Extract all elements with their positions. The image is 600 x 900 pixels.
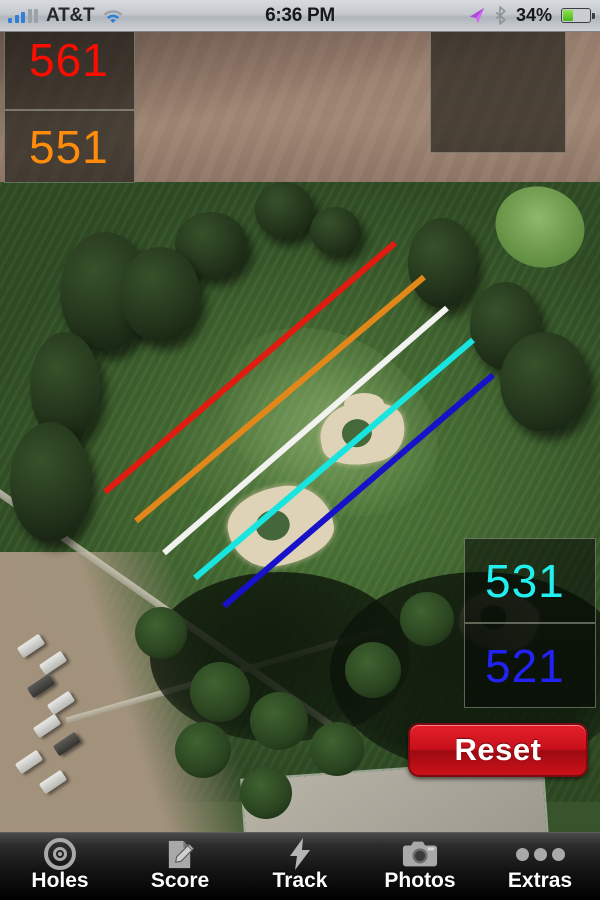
camera-icon: [402, 837, 438, 871]
tab-score[interactable]: Score: [120, 833, 240, 900]
battery-percent-label: 34%: [515, 5, 552, 25]
line-white: [162, 305, 449, 556]
line-orange: [134, 274, 426, 524]
distance-box-531[interactable]: 531: [464, 538, 596, 623]
distance-box-521[interactable]: 521: [464, 623, 596, 708]
tab-photos[interactable]: Photos: [360, 833, 480, 900]
distance-box-551[interactable]: 551: [4, 110, 135, 183]
battery-icon: [561, 8, 595, 23]
clock-label: 6:36 PM: [265, 4, 335, 26]
three-dots-icon: [515, 837, 565, 871]
distance-value-551: 551: [29, 120, 109, 173]
distance-value-531: 531: [485, 554, 565, 607]
tab-extras-label: Extras: [507, 869, 573, 892]
app-screen: 561 551 531 521 Reset AT&T 6:36 PM 34% H…: [0, 0, 600, 900]
tab-track[interactable]: Track: [240, 833, 360, 900]
tab-track-label: Track: [272, 869, 328, 892]
reset-button[interactable]: Reset: [408, 723, 588, 777]
line-red: [103, 240, 397, 495]
tab-extras[interactable]: Extras: [480, 833, 600, 900]
tab-holes-label: Holes: [31, 869, 89, 892]
lightning-bolt-icon: [288, 837, 312, 871]
note-pencil-icon: [164, 837, 197, 871]
battery-fill: [563, 10, 573, 21]
distance-value-561: 561: [29, 34, 109, 86]
tab-photos-label: Photos: [384, 869, 456, 892]
distance-value-521: 521: [485, 639, 565, 692]
target-icon: [44, 837, 76, 871]
status-bar: AT&T 6:36 PM 34%: [0, 0, 600, 32]
location-arrow-icon: [469, 7, 485, 24]
bluetooth-icon: [495, 6, 506, 25]
tab-bar: Holes Score Track Photos Extras: [0, 832, 600, 900]
tab-score-label: Score: [150, 869, 210, 892]
reset-button-label: Reset: [454, 732, 542, 767]
tab-holes[interactable]: Holes: [0, 833, 120, 900]
